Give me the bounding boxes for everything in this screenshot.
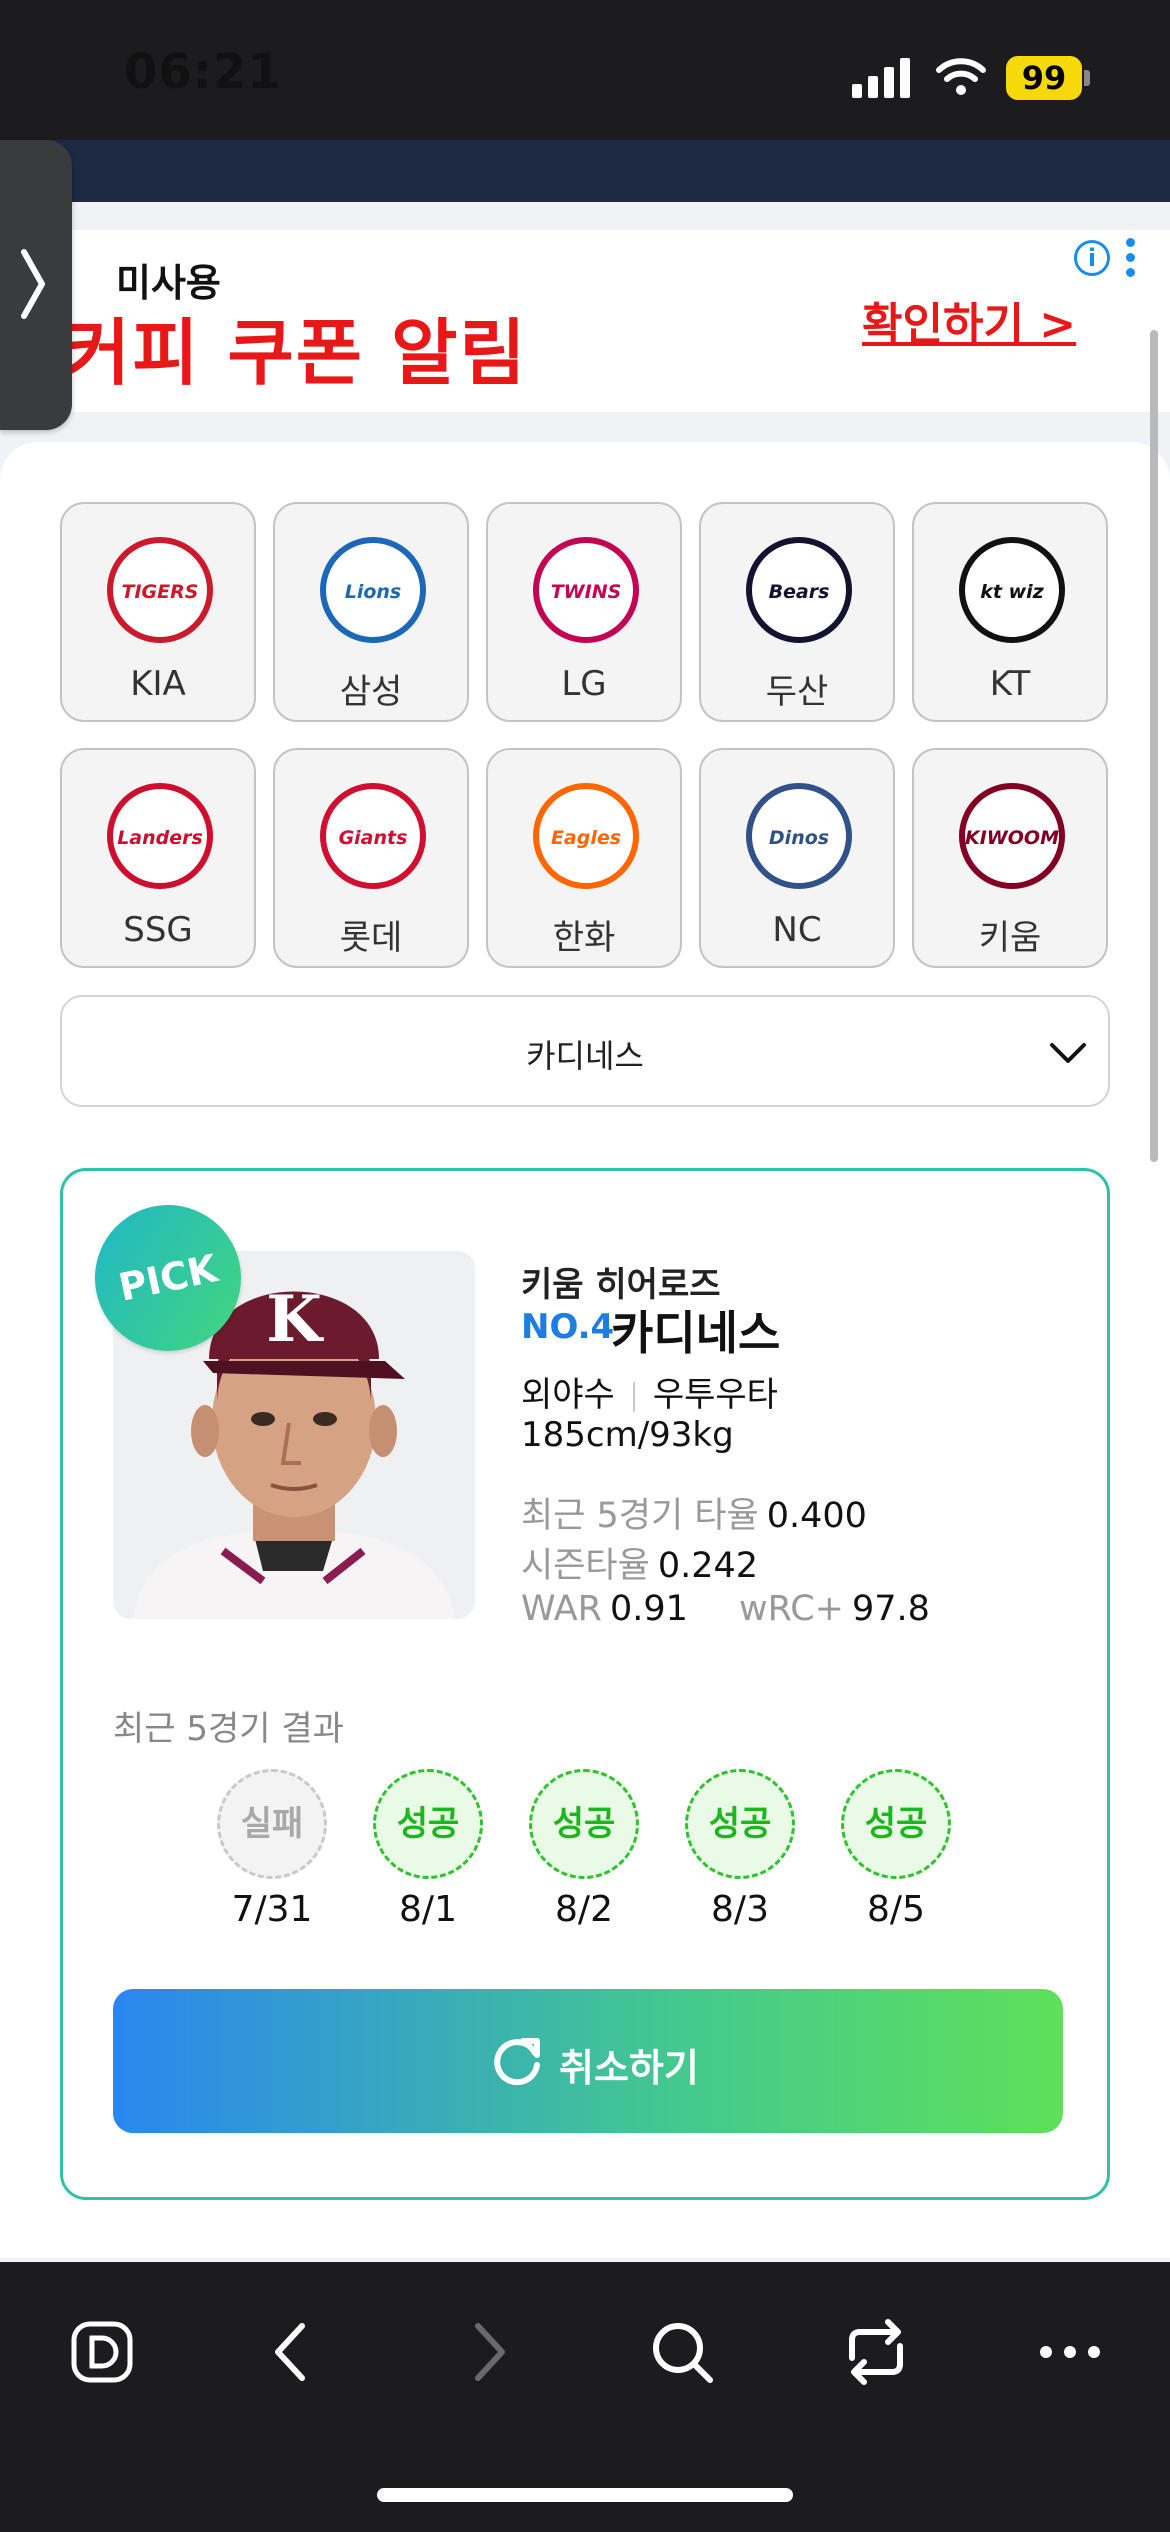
battery-level: 99: [1006, 56, 1082, 100]
refresh-icon: [494, 2038, 540, 2086]
ad-info-icon[interactable]: i: [1074, 240, 1110, 276]
svg-text:KIWOOM: KIWOOM: [965, 827, 1059, 849]
stat-value: 0.91: [609, 1589, 688, 1629]
battery-icon: [1084, 70, 1090, 86]
home-indicator[interactable]: [377, 2488, 793, 2502]
team-name: 키움: [978, 918, 1042, 958]
result-badge: 성공: [685, 1769, 795, 1879]
svg-text:Bears: Bears: [769, 581, 830, 603]
stat-value: 0.242: [657, 1546, 759, 1586]
team-button[interactable]: Eagles 한화: [486, 748, 682, 968]
team-name: 롯데: [339, 918, 403, 958]
svg-text:kt wiz: kt wiz: [980, 581, 1044, 603]
result-badge: 성공: [529, 1769, 639, 1879]
stat-label: wRC+: [739, 1589, 845, 1629]
stat-season-avg: 시즌타율 0.242: [521, 1537, 758, 1588]
team-logo-icon: TWINS: [533, 537, 639, 643]
team-logo-icon: TIGERS: [107, 537, 213, 643]
forward-icon[interactable]: [446, 2310, 530, 2394]
cancel-button-label: 취소하기: [559, 2046, 699, 2090]
d-icon[interactable]: [60, 2310, 144, 2394]
search-icon[interactable]: [640, 2310, 724, 2394]
team-name: NC: [772, 910, 822, 950]
status-time: 06:21: [124, 44, 282, 100]
svg-text:TWINS: TWINS: [551, 581, 622, 603]
result-badge: 성공: [373, 1769, 483, 1879]
player-position: 외야수 우투우타: [521, 1367, 778, 1416]
svg-text:Landers: Landers: [117, 827, 203, 849]
player-body: 185cm/93kg: [521, 1415, 734, 1455]
ad-more-icon[interactable]: [1124, 238, 1138, 280]
result-date: 8/5: [867, 1889, 925, 1930]
position-text: 외야수: [521, 1375, 615, 1415]
result-badge: 성공: [841, 1769, 951, 1879]
stat-value: 0.400: [766, 1496, 867, 1536]
player-select[interactable]: 카디네스: [60, 995, 1110, 1107]
stat-war-wrc: WAR 0.91 wRC+ 97.8: [521, 1589, 930, 1629]
team-button[interactable]: kt wiz KT: [912, 502, 1108, 722]
result-badge: 실패: [217, 1769, 327, 1879]
team-button[interactable]: Lions 삼성: [273, 502, 469, 722]
team-name: LG: [561, 664, 607, 704]
svg-text:K: K: [266, 1282, 324, 1357]
svg-text:TIGERS: TIGERS: [122, 581, 199, 603]
team-button[interactable]: Landers SSG: [60, 748, 256, 968]
result-date: 8/2: [555, 1889, 613, 1930]
stat-value: 97.8: [852, 1589, 930, 1629]
team-button[interactable]: KIWOOM 키움: [912, 748, 1108, 968]
team-button[interactable]: Dinos NC: [699, 748, 895, 968]
ad-title: 커피 쿠폰 알림: [64, 311, 528, 395]
team-name: 한화: [552, 918, 616, 958]
team-name: 두산: [765, 672, 829, 712]
chevron-down-icon: [1050, 1043, 1086, 1063]
result-date: 8/1: [399, 1889, 457, 1930]
team-logo-icon: Bears: [746, 537, 852, 643]
svg-text:Dinos: Dinos: [769, 827, 829, 849]
side-drawer-tab[interactable]: [0, 140, 72, 430]
player-card: K PICK 키움 히어로즈 NO.4 카디네스 외야수 우투우타 185cm/9…: [60, 1168, 1110, 2200]
team-button[interactable]: Giants 롯데: [273, 748, 469, 968]
signal-icon: [852, 58, 910, 98]
site-header-strip: [0, 140, 1170, 202]
svg-text:Giants: Giants: [339, 827, 408, 849]
stat-label: 최근 5경기 타율: [521, 1496, 759, 1536]
stat-label: WAR: [521, 1589, 602, 1629]
stat-label: 시즌타율: [521, 1546, 650, 1586]
team-button[interactable]: Bears 두산: [699, 502, 895, 722]
team-button[interactable]: TIGERS KIA: [60, 502, 256, 722]
cancel-button[interactable]: 취소하기: [113, 1989, 1063, 2133]
team-logo-icon: Dinos: [746, 783, 852, 889]
team-logo-icon: KIWOOM: [959, 783, 1065, 889]
back-icon[interactable]: [250, 2310, 334, 2394]
team-logo-icon: Giants: [320, 783, 426, 889]
team-logo-icon: Lions: [320, 537, 426, 643]
more-icon[interactable]: [1028, 2310, 1112, 2394]
team-logo-icon: Landers: [107, 783, 213, 889]
wifi-icon: [936, 58, 986, 95]
player-number: NO.4: [521, 1307, 615, 1347]
scrollbar[interactable]: [1150, 330, 1158, 1162]
ad-cta-link[interactable]: 확인하기 >: [862, 288, 1076, 352]
player-select-value: 카디네스: [526, 1037, 644, 1075]
svg-text:Eagles: Eagles: [551, 827, 621, 849]
player-name: 카디네스: [611, 1306, 781, 1360]
svg-text:Lions: Lions: [345, 581, 402, 603]
team-logo-icon: Eagles: [533, 783, 639, 889]
chevron-right-icon: [21, 249, 45, 319]
team-logo-icon: kt wiz: [959, 537, 1065, 643]
result-date: 7/31: [231, 1889, 313, 1930]
divider: [632, 1381, 635, 1412]
tabs-icon[interactable]: [834, 2310, 918, 2394]
team-name: SSG: [123, 910, 193, 950]
recent-results-label: 최근 5경기 결과: [113, 1709, 344, 1749]
team-name: KT: [989, 664, 1031, 704]
team-name: 삼성: [339, 672, 403, 712]
stat-recent-avg: 최근 5경기 타율 0.400: [521, 1487, 867, 1538]
team-button[interactable]: TWINS LG: [486, 502, 682, 722]
team-name: KIA: [130, 664, 186, 704]
result-date: 8/3: [711, 1889, 769, 1930]
bats-throws-text: 우투우타: [652, 1375, 778, 1415]
